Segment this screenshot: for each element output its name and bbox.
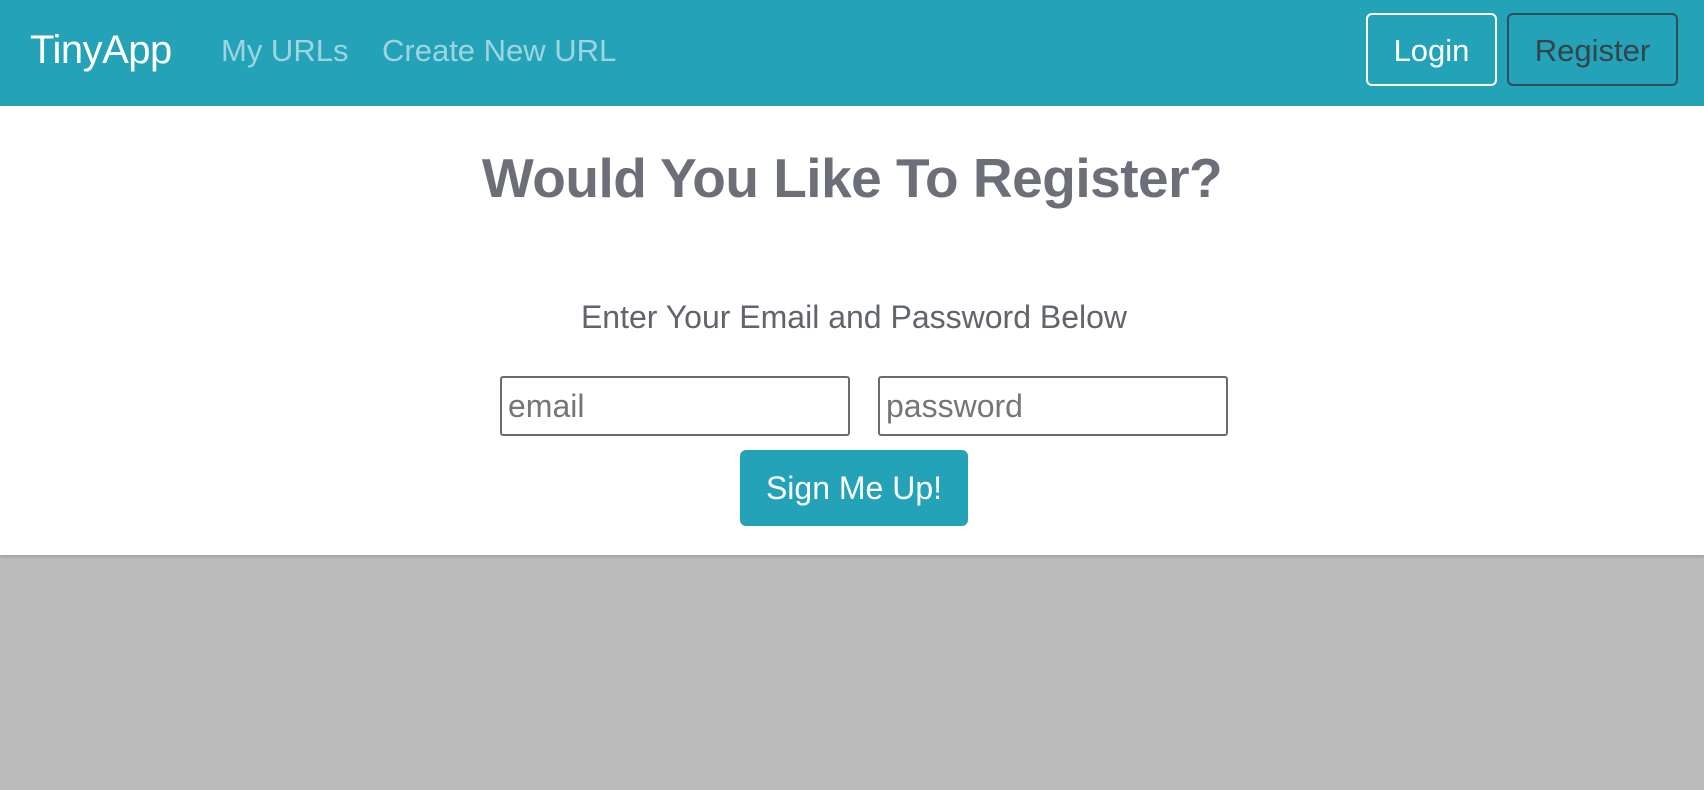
navbar: TinyApp My URLs Create New URL Login Reg…	[0, 0, 1704, 106]
password-field[interactable]	[878, 376, 1228, 436]
sign-up-button[interactable]: Sign Me Up!	[740, 450, 968, 526]
nav-link-my-urls[interactable]: My URLs	[221, 31, 348, 71]
form-instructions: Enter Your Email and Password Below	[580, 299, 1128, 335]
nav-link-create-new-url[interactable]: Create New URL	[382, 31, 616, 71]
email-field[interactable]	[500, 376, 850, 436]
register-button[interactable]: Register	[1507, 13, 1678, 86]
brand-logo[interactable]: TinyApp	[30, 24, 172, 76]
login-button[interactable]: Login	[1366, 13, 1497, 86]
page-title: Would You Like To Register?	[481, 147, 1223, 209]
